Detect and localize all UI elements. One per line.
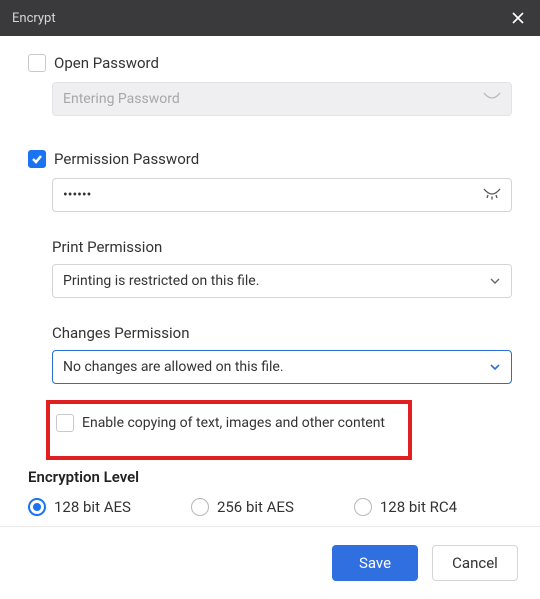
permission-password-label: Permission Password: [54, 150, 199, 168]
cancel-button-label: Cancel: [452, 554, 498, 572]
cancel-button[interactable]: Cancel: [432, 545, 518, 581]
permission-password-checkbox[interactable]: [28, 150, 46, 168]
radio-rc4128[interactable]: 128 bit RC4: [354, 498, 457, 516]
eye-icon: [483, 92, 501, 106]
permission-password-row: Permission Password: [28, 150, 512, 168]
changes-permission-title: Changes Permission: [52, 324, 512, 342]
print-permission-value: Printing is restricted on this file.: [63, 273, 259, 289]
changes-permission-select[interactable]: No changes are allowed on this file.: [52, 350, 512, 384]
enable-copy-checkbox[interactable]: [56, 414, 74, 432]
enable-copy-row: Enable copying of text, images and other…: [56, 414, 402, 432]
radio-aes256[interactable]: 256 bit AES: [191, 498, 294, 516]
open-password-group: Entering Password: [28, 82, 512, 116]
save-button[interactable]: Save: [332, 545, 418, 581]
radio-button-rc4128[interactable]: [354, 498, 372, 516]
open-password-checkbox[interactable]: [28, 54, 46, 72]
close-button[interactable]: [508, 8, 528, 28]
dialog-title: Encrypt: [12, 11, 56, 26]
radio-label-rc4128: 128 bit RC4: [380, 498, 457, 516]
changes-permission-value: No changes are allowed on this file.: [63, 359, 284, 375]
radio-label-aes128: 128 bit AES: [54, 498, 131, 516]
open-password-row: Open Password: [28, 54, 512, 72]
radio-label-aes256: 256 bit AES: [217, 498, 294, 516]
chevron-down-icon: [489, 275, 501, 287]
open-password-label: Open Password: [54, 54, 159, 72]
open-password-placeholder: Entering Password: [63, 91, 180, 107]
open-password-field: Entering Password: [52, 82, 512, 116]
radio-button-aes128[interactable]: [28, 498, 46, 516]
permission-password-field[interactable]: ••••••: [52, 178, 512, 212]
save-button-label: Save: [359, 554, 391, 572]
eye-icon[interactable]: [483, 188, 501, 202]
close-icon: [511, 11, 525, 25]
dialog-content: Open Password Entering Password Permissi…: [0, 36, 540, 526]
encryption-level-title: Encryption Level: [28, 468, 512, 486]
permission-password-value: ••••••: [63, 187, 91, 203]
permission-password-group: •••••• Print Permission Printing is rest…: [28, 178, 512, 460]
titlebar: Encrypt: [0, 0, 540, 36]
dialog-footer: Save Cancel: [0, 526, 540, 599]
print-permission-select[interactable]: Printing is restricted on this file.: [52, 264, 512, 298]
chevron-down-icon: [489, 361, 501, 373]
radio-button-aes256[interactable]: [191, 498, 209, 516]
enable-copy-label: Enable copying of text, images and other…: [82, 415, 385, 431]
enable-copy-highlight: Enable copying of text, images and other…: [46, 400, 412, 460]
radio-aes128[interactable]: 128 bit AES: [28, 498, 131, 516]
encryption-options: 128 bit AES 256 bit AES 128 bit RC4: [28, 498, 512, 516]
print-permission-title: Print Permission: [52, 238, 512, 256]
